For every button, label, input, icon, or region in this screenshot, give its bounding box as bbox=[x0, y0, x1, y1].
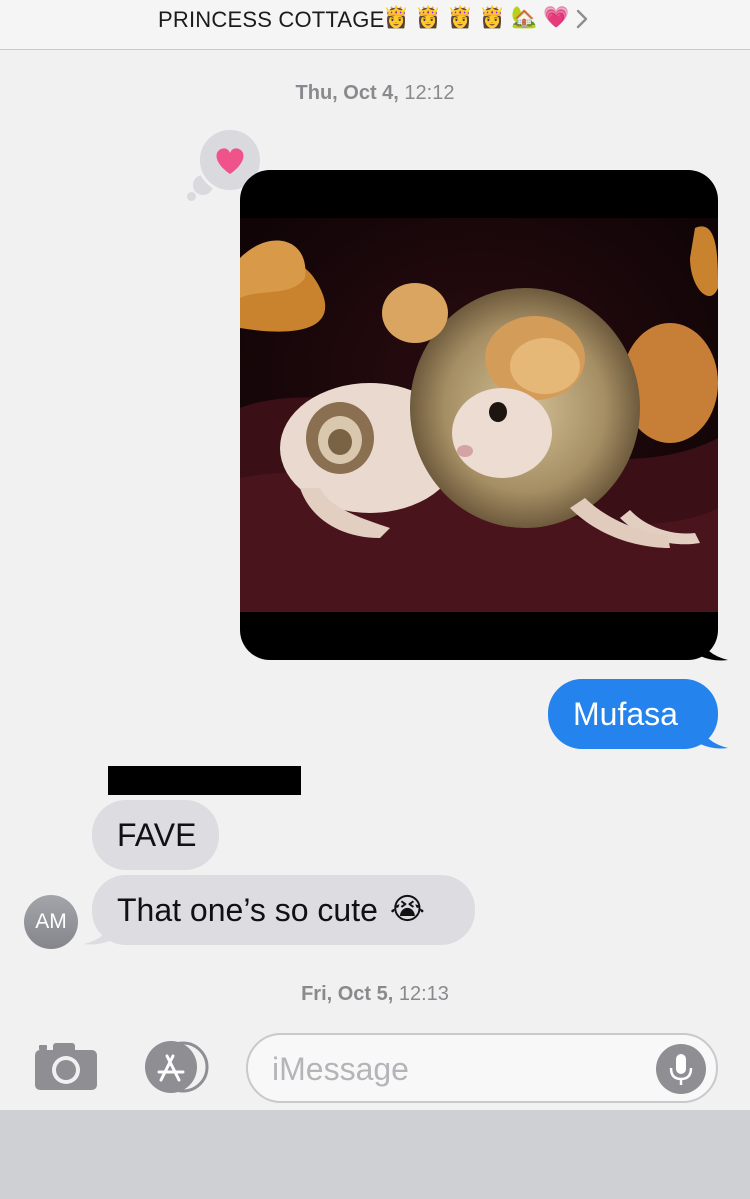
timestamp-time: 12:13 bbox=[398, 983, 449, 1005]
photo-cat-lion-mane[interactable] bbox=[240, 218, 718, 612]
received-bubble-tail bbox=[84, 920, 112, 945]
conversation-header[interactable]: PRINCESS COTTAGE 👸 👸 👸 👸 🏡 💗 bbox=[0, 0, 750, 50]
timestamp-day: Thu, Oct 4, bbox=[295, 82, 399, 104]
emoji-heart: 💗 bbox=[543, 6, 570, 29]
avatar[interactable]: AM bbox=[24, 895, 78, 949]
microphone-icon bbox=[669, 1054, 693, 1085]
emoji-princess-2: 👸 bbox=[415, 6, 442, 29]
avatar-initials: AM bbox=[35, 910, 67, 933]
cat-photo-illustration bbox=[240, 218, 718, 612]
timestamp-time: 12:12 bbox=[404, 82, 455, 104]
keyboard-area bbox=[0, 1110, 750, 1199]
received-message-text: FAVE bbox=[117, 817, 197, 853]
app-store-icon[interactable] bbox=[139, 1040, 213, 1094]
emoji-princess-4: 👸 bbox=[479, 6, 506, 29]
emoji-house: 🏡 bbox=[511, 6, 538, 29]
crying-emoji: 😭 bbox=[389, 893, 425, 926]
conversation-title: PRINCESS COTTAGE bbox=[158, 7, 385, 32]
microphone-button[interactable] bbox=[656, 1044, 706, 1094]
emoji-princess-3: 👸 bbox=[447, 6, 474, 29]
timestamp-day: Fri, Oct 5, bbox=[301, 983, 394, 1005]
redacted-sender-name bbox=[108, 766, 301, 795]
timestamp-2: Fri, Oct 5, 12:13 bbox=[0, 983, 750, 1006]
bubble-tail bbox=[700, 636, 728, 661]
received-message-bubble[interactable]: That one’s so cute 😭 bbox=[92, 875, 475, 945]
received-message-bubble[interactable]: FAVE bbox=[92, 800, 219, 870]
sent-message-text: Mufasa bbox=[573, 696, 678, 732]
tapback-dot-small bbox=[187, 192, 196, 201]
emoji-princess-1: 👸 bbox=[383, 6, 410, 29]
sent-bubble-tail bbox=[700, 724, 728, 749]
imessage-placeholder: iMessage bbox=[272, 1051, 409, 1087]
chevron-right-icon[interactable] bbox=[576, 9, 588, 29]
timestamp-1: Thu, Oct 4, 12:12 bbox=[0, 82, 750, 105]
received-message-text: That one’s so cute bbox=[117, 892, 378, 928]
camera-icon[interactable] bbox=[33, 1040, 99, 1092]
sent-message-bubble[interactable]: Mufasa bbox=[548, 679, 718, 749]
